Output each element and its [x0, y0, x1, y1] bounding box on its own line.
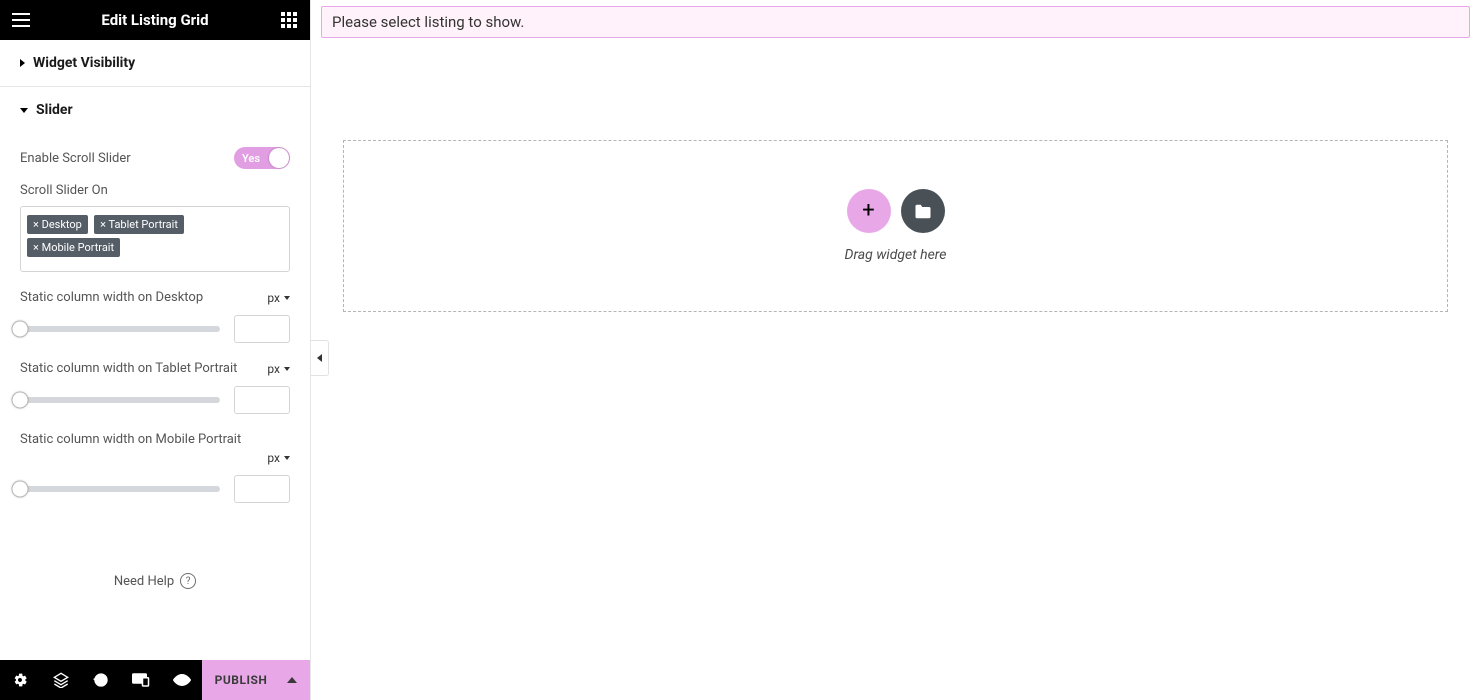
add-widget-button[interactable]: + — [847, 189, 891, 233]
enable-scroll-slider-toggle[interactable]: Yes — [234, 147, 290, 169]
tag-desktop[interactable]: × Desktop — [27, 215, 88, 234]
page-title: Edit Listing Grid — [32, 11, 278, 29]
history-button[interactable] — [87, 666, 115, 694]
field-static-width-tablet: Static column width on Tablet Portrait p… — [20, 361, 290, 414]
width-desktop-slider[interactable] — [20, 326, 220, 332]
section-widget-visibility: Widget Visibility — [0, 40, 310, 87]
field-static-width-desktop: Static column width on Desktop px — [20, 290, 290, 343]
chevron-down-icon — [284, 296, 290, 300]
width-tablet-slider[interactable] — [20, 397, 220, 403]
help-icon: ? — [180, 573, 196, 589]
footer-icon-bar — [0, 660, 202, 700]
apps-grid-icon[interactable] — [278, 9, 300, 31]
scroll-slider-on-tags[interactable]: × Desktop × Tablet Portrait × Mobile Por… — [20, 206, 290, 272]
unit-select[interactable]: px — [267, 362, 290, 376]
navigator-button[interactable] — [47, 666, 75, 694]
editor-sidebar: Edit Listing Grid Widget Visibility — [0, 0, 311, 700]
widget-dropzone[interactable]: + Drag widget here — [343, 140, 1448, 312]
layers-icon — [53, 672, 69, 688]
tag-tablet-portrait[interactable]: × Tablet Portrait — [94, 215, 184, 234]
width-mobile-slider[interactable] — [20, 486, 220, 492]
toggle-knob — [269, 148, 289, 168]
eye-icon — [173, 674, 191, 686]
unit-select[interactable]: px — [267, 451, 290, 465]
gear-icon — [12, 672, 28, 688]
tag-remove-icon: × — [100, 218, 106, 231]
slider-thumb[interactable] — [12, 481, 29, 498]
tag-mobile-portrait[interactable]: × Mobile Portrait — [27, 238, 120, 257]
width-mobile-input[interactable] — [234, 475, 290, 503]
responsive-button[interactable] — [127, 666, 155, 694]
chevron-down-icon — [284, 367, 290, 371]
publish-label: PUBLISH — [215, 673, 268, 687]
history-icon — [93, 672, 109, 688]
field-static-width-mobile: Static column width on Mobile Portrait p… — [20, 432, 290, 503]
section-header-slider[interactable]: Slider — [0, 87, 310, 133]
field-label: Static column width on Mobile Portrait — [20, 432, 241, 447]
need-help-label: Need Help — [114, 574, 174, 589]
section-title: Widget Visibility — [33, 55, 135, 71]
preview-button[interactable] — [168, 666, 196, 694]
section-header-widget-visibility[interactable]: Widget Visibility — [0, 40, 310, 86]
responsive-icon — [132, 673, 150, 687]
menu-icon[interactable] — [10, 9, 32, 31]
width-tablet-input[interactable] — [234, 386, 290, 414]
settings-button[interactable] — [6, 666, 34, 694]
field-label: Enable Scroll Slider — [20, 151, 131, 166]
publish-button[interactable]: PUBLISH — [202, 660, 310, 700]
section-body-slider: Enable Scroll Slider Yes Scroll Slider O… — [0, 147, 310, 609]
add-template-button[interactable] — [901, 189, 945, 233]
field-label: Static column width on Tablet Portrait — [20, 361, 237, 376]
tag-remove-icon: × — [33, 218, 39, 231]
section-title: Slider — [36, 102, 73, 118]
plus-icon: + — [862, 200, 874, 222]
slider-thumb[interactable] — [12, 392, 29, 409]
folder-icon — [914, 204, 932, 219]
sidebar-header: Edit Listing Grid — [0, 0, 310, 40]
caret-right-icon — [20, 59, 25, 67]
field-label: Static column width on Desktop — [20, 290, 203, 305]
sidebar-footer: PUBLISH — [0, 660, 310, 700]
unit-select[interactable]: px — [267, 291, 290, 305]
chevron-up-icon — [287, 677, 297, 683]
section-slider: Slider Enable Scroll Slider Yes Scroll S… — [0, 87, 310, 609]
dropzone-buttons: + — [847, 189, 945, 233]
field-enable-scroll-slider: Enable Scroll Slider Yes — [20, 147, 290, 169]
caret-down-icon — [20, 108, 28, 113]
chevron-down-icon — [284, 456, 290, 460]
listing-selection-notice: Please select listing to show. — [321, 6, 1470, 38]
tag-remove-icon: × — [33, 241, 39, 254]
toggle-state-label: Yes — [242, 152, 260, 165]
field-label-scroll-slider-on: Scroll Slider On — [20, 183, 290, 198]
width-desktop-input[interactable] — [234, 315, 290, 343]
slider-thumb[interactable] — [12, 321, 29, 338]
editor-canvas: Please select listing to show. + Drag wi… — [311, 0, 1480, 700]
dropzone-hint: Drag widget here — [845, 247, 947, 263]
need-help-link[interactable]: Need Help ? — [20, 573, 290, 589]
